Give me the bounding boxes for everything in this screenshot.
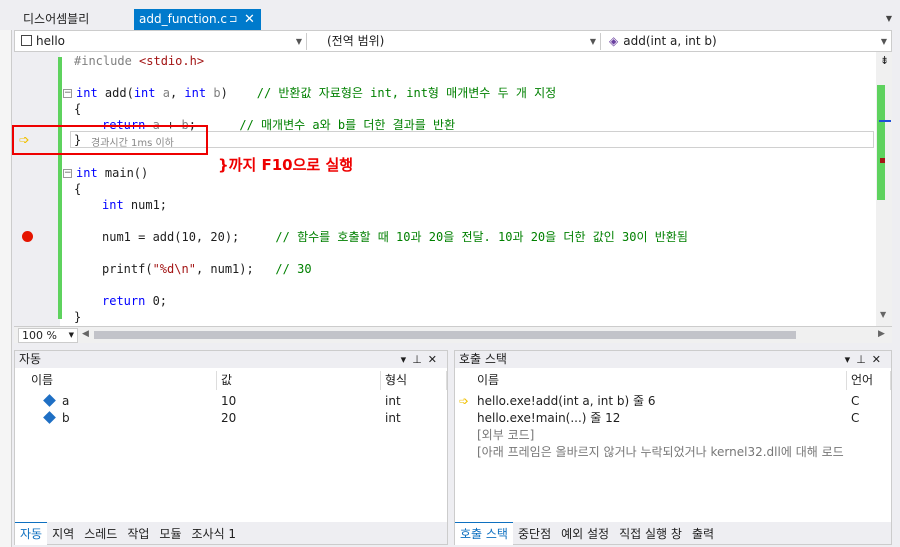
tab-label: add_function.c — [139, 12, 228, 26]
tab-list-dropdown-icon[interactable]: ▼ — [886, 14, 892, 23]
row-type: int — [385, 394, 401, 408]
highlight-box — [12, 125, 208, 155]
collapse-toggle[interactable]: − — [63, 169, 72, 178]
member-label: add(int a, int b) — [623, 34, 717, 48]
code-line-return-zero: return 0; — [102, 294, 168, 308]
panel-window-buttons[interactable]: ▾⊥✕ — [401, 351, 443, 368]
variable-icon — [43, 411, 56, 424]
scope-dropdown[interactable]: (전역 범위) ▼ — [311, 33, 601, 50]
navigation-bar: hello ▼ (전역 범위) ▼ ◈ add(int a, int b) ▼ — [14, 30, 892, 52]
row-value[interactable]: 10 — [221, 393, 236, 410]
project-label: hello — [36, 34, 65, 48]
column-header-name[interactable]: 이름 — [15, 371, 217, 390]
chevron-down-icon: ▼ — [68, 331, 74, 339]
code-line-call: num1 = add(10, 20); // 함수를 호출할 때 10과 20을… — [102, 230, 688, 244]
column-header-value[interactable]: 값 — [217, 371, 381, 390]
horizontal-scrollbar-thumb[interactable] — [94, 331, 796, 339]
tab-output[interactable]: 출력 — [687, 523, 719, 545]
left-toolstrip — [0, 0, 12, 547]
pin-icon[interactable]: ⊐ — [229, 9, 237, 30]
column-header-language[interactable]: 언어 — [847, 371, 891, 390]
call-stack-panel: 호출 스택 ▾⊥✕ 이름 언어 ➩ hello.exe!add(int a, i… — [454, 350, 892, 545]
chevron-down-icon: ▼ — [589, 37, 596, 46]
column-header-name[interactable]: 이름 — [455, 371, 847, 390]
variable-icon — [43, 394, 56, 407]
code-line-brace: { — [74, 102, 82, 116]
editor-status-bar: 100 % ▼ ◀ ▶ — [14, 326, 892, 343]
code-line-add-signature: int add(int a, int b) // 반환값 자료형은 int, i… — [76, 86, 557, 100]
code-line-main-signature: int main() — [76, 166, 149, 180]
project-dropdown[interactable]: hello ▼ — [17, 33, 307, 50]
table-row[interactable]: b — [43, 410, 70, 427]
close-icon[interactable]: ✕ — [244, 9, 255, 30]
tab-add-function[interactable]: add_function.c ⊐ ✕ — [134, 9, 261, 30]
tab-call-stack[interactable]: 호출 스택 — [455, 522, 513, 545]
indicator-margin[interactable] — [14, 52, 60, 326]
member-dropdown[interactable]: ◈ add(int a, int b) ▼ — [605, 33, 891, 50]
tab-locals[interactable]: 지역 — [47, 523, 79, 545]
scroll-left-icon[interactable]: ◀ — [82, 329, 89, 339]
tab-disassembly[interactable]: 디스어셈블리 — [18, 9, 94, 30]
stack-frame-lang: C — [851, 394, 860, 408]
code-line-declaration: int num1; — [102, 198, 168, 212]
scope-label: (전역 범위) — [327, 34, 385, 48]
panel-title: 호출 스택 ▾⊥✕ — [455, 351, 891, 368]
chevron-down-icon: ▼ — [880, 37, 887, 46]
annotation-text: }까지 F10으로 실행 — [218, 156, 354, 174]
project-icon — [21, 35, 32, 46]
scroll-down-icon[interactable]: ▼ — [880, 310, 886, 319]
stack-frame-lang: C — [851, 411, 860, 425]
caret-marker — [879, 120, 891, 122]
scrollbar-thumb[interactable] — [877, 85, 885, 200]
tab-breakpoints[interactable]: 중단점 — [513, 523, 556, 545]
row-value[interactable]: 20 — [221, 410, 236, 427]
tab-immediate-window[interactable]: 직접 실행 창 — [614, 523, 687, 545]
tab-threads[interactable]: 스레드 — [79, 523, 122, 545]
column-header-type[interactable]: 형식 — [381, 371, 447, 390]
split-icon[interactable]: ⇟ — [880, 54, 889, 67]
row-type: int — [385, 411, 401, 425]
scroll-right-icon[interactable]: ▶ — [878, 329, 885, 339]
autos-panel: 자동 ▾⊥✕ 이름 값 형식 a 10 int b 20 int 자동 지역 스레드… — [14, 350, 448, 545]
call-stack-panel-tabs: 호출 스택 중단점 예외 설정 직접 실행 창 출력 — [455, 522, 891, 545]
autos-panel-tabs: 자동 지역 스레드 작업 모듈 조사식 1 — [15, 522, 447, 545]
stack-frame-row[interactable]: hello.exe!add(int a, int b) 줄 6 — [477, 393, 655, 410]
breakpoint-icon[interactable] — [22, 231, 33, 242]
zoom-dropdown[interactable]: 100 % ▼ — [18, 328, 78, 343]
code-line-brace: { — [74, 182, 82, 196]
tab-watch[interactable]: 조사식 1 — [187, 523, 242, 545]
panel-title: 자동 ▾⊥✕ — [15, 351, 447, 368]
tab-tasks[interactable]: 작업 — [122, 523, 154, 545]
collapse-toggle[interactable]: − — [63, 89, 72, 98]
stack-frame-row[interactable]: [아래 프레임은 올바르지 않거나 누락되었거나 kernel32.dll에 대… — [477, 444, 847, 461]
code-line-brace: } — [74, 310, 82, 324]
code-line-include: #include <stdio.h> — [74, 54, 205, 68]
tab-autos[interactable]: 자동 — [15, 522, 48, 545]
document-tab-bar: 디스어셈블리 add_function.c ⊐ ✕ ▼ — [0, 0, 900, 30]
table-row[interactable]: a — [43, 393, 69, 410]
current-frame-icon: ➩ — [459, 394, 470, 408]
breakpoint-marker — [880, 158, 885, 163]
stack-frame-row[interactable]: hello.exe!main(...) 줄 12 — [477, 410, 620, 427]
code-line-printf: printf("%d\n", num1); // 30 — [102, 262, 312, 276]
saved-changes-bar — [58, 57, 62, 319]
panel-window-buttons[interactable]: ▾⊥✕ — [845, 351, 887, 368]
tab-modules[interactable]: 모듈 — [154, 523, 186, 545]
chevron-down-icon: ▼ — [295, 37, 302, 46]
tab-exception-settings[interactable]: 예외 설정 — [556, 523, 614, 545]
method-icon: ◈ — [609, 34, 619, 48]
stack-frame-row[interactable]: [외부 코드] — [477, 427, 534, 444]
